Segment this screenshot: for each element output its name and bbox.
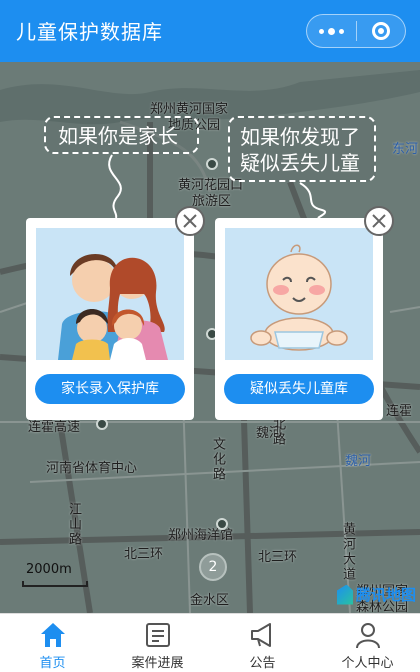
- baby-illustration: [225, 228, 373, 360]
- tab-home[interactable]: 首页: [0, 614, 105, 672]
- tab-label: 首页: [39, 656, 66, 671]
- bottom-tab-bar: 首页 案件进展 公告 个人中心: [0, 613, 420, 672]
- lost-child-card[interactable]: 疑似丢失儿童库: [215, 218, 383, 420]
- tab-label: 公告: [249, 656, 276, 671]
- tab-label: 个人中心: [341, 656, 394, 671]
- parent-entry-card[interactable]: 家长录入保护库: [26, 218, 194, 420]
- close-icon[interactable]: [175, 206, 205, 236]
- case-progress-icon: [145, 623, 170, 647]
- tab-label: 案件进展: [131, 656, 184, 671]
- parent-register-button[interactable]: 家长录入保护库: [35, 374, 185, 404]
- lost-child-database-button[interactable]: 疑似丢失儿童库: [224, 374, 374, 404]
- tab-case-progress[interactable]: 案件进展: [105, 614, 210, 672]
- megaphone-icon: [250, 623, 271, 647]
- home-icon: [40, 623, 65, 647]
- family-illustration: [36, 228, 184, 360]
- tab-announcement[interactable]: 公告: [210, 614, 315, 672]
- tab-profile[interactable]: 个人中心: [315, 614, 420, 672]
- close-icon[interactable]: [364, 206, 394, 236]
- person-icon: [355, 623, 380, 649]
